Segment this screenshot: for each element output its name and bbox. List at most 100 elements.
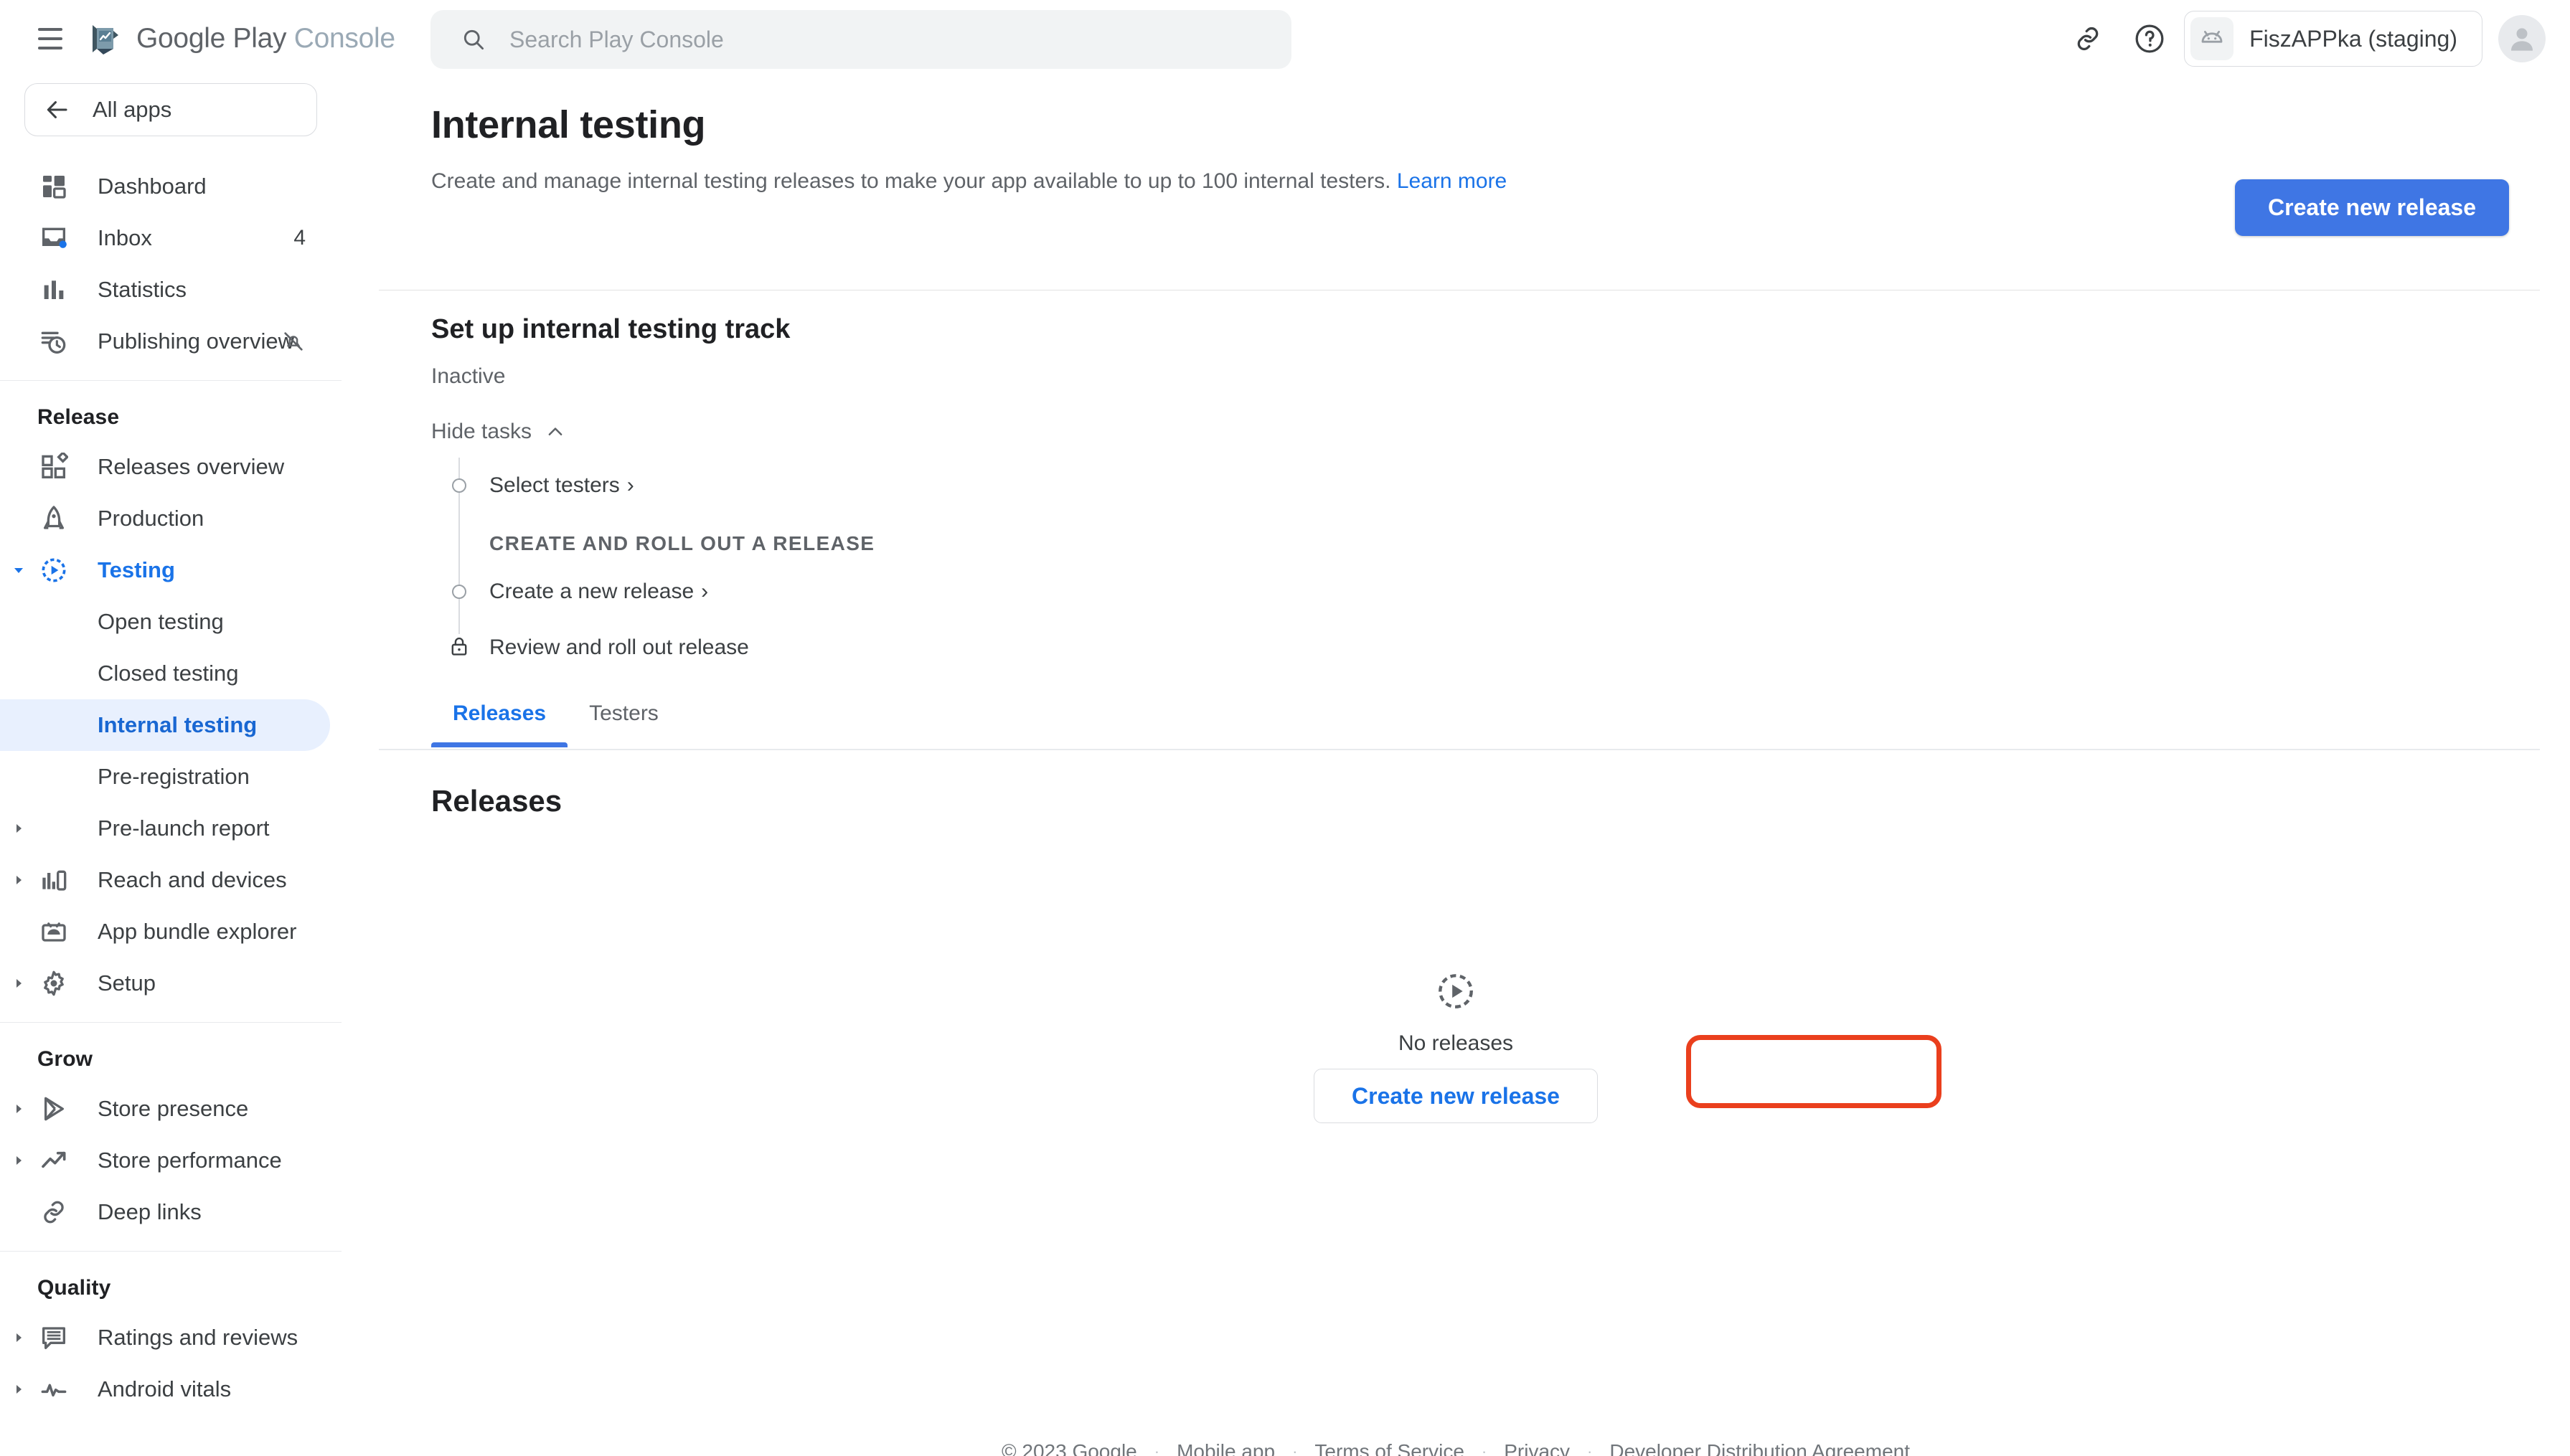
create-new-release-button-empty[interactable]: Create new release <box>1314 1069 1598 1123</box>
brand-logo-link[interactable]: Google Play Console <box>89 23 395 55</box>
footer-separator: · <box>1154 1442 1160 1456</box>
page-description: Create and manage internal testing relea… <box>431 169 1507 194</box>
setup-task-list: Select testers › CREATE AND ROLL OUT A R… <box>433 458 1438 676</box>
bar-chart-icon <box>37 273 70 306</box>
chevron-right-icon[interactable] <box>10 975 27 992</box>
sidebar-section-top: Dashboard Inbox 4 Statistics Publishing over… <box>0 136 342 367</box>
sidebar-sections: Dashboard Inbox 4 Statistics Publishing over… <box>0 136 342 1415</box>
avatar[interactable] <box>2498 15 2546 62</box>
sidebar-item-testing[interactable]: Testing <box>0 544 330 596</box>
footer-link-privacy[interactable]: Privacy <box>1487 1440 1587 1456</box>
chevron-up-icon <box>548 427 563 435</box>
reviews-icon <box>37 1321 70 1354</box>
chevron-down-icon[interactable] <box>10 562 27 579</box>
sidebar-item-production[interactable]: Production <box>0 493 330 544</box>
task-row[interactable]: Select testers › <box>433 458 1438 514</box>
chevron-right-icon[interactable] <box>10 1381 27 1398</box>
setup-track-title: Set up internal testing track <box>431 314 791 344</box>
brand-secondary: Console <box>293 23 395 54</box>
google-play-console-logo-icon <box>93 25 118 55</box>
task-label: Create a new release <box>489 580 695 603</box>
task-create-new-release[interactable]: Create a new release › <box>489 580 708 604</box>
sidebar-item-releases-overview[interactable]: Releases overview <box>0 441 330 493</box>
sidebar-item-label: Closed testing <box>98 661 239 686</box>
content-tabs: Releases Testers <box>431 701 680 747</box>
tab-releases[interactable]: Releases <box>431 701 568 747</box>
sidebar-nav: All apps Dashboard Inbox 4 Statistics Publis… <box>0 77 342 1456</box>
chevron-right-icon[interactable] <box>10 1152 27 1169</box>
releases-heading: Releases <box>431 784 563 818</box>
main-content: Internal testing Create and manage inter… <box>342 77 2570 1456</box>
sidebar-item-deep-links[interactable]: Deep links <box>0 1186 330 1238</box>
sidebar-item-label: Testing <box>98 557 175 582</box>
sidebar-item-statistics[interactable]: Statistics <box>0 264 330 316</box>
sidebar-item-setup[interactable]: Setup <box>0 958 330 1009</box>
releases-overview-icon <box>37 450 70 483</box>
rocket-icon <box>37 502 70 535</box>
learn-more-link[interactable]: Learn more <box>1397 169 1507 193</box>
search-input[interactable] <box>508 18 1261 61</box>
top-bar-actions: FiszAPPka (staging) <box>2061 0 2546 77</box>
android-vitals-icon <box>37 1373 70 1406</box>
sidebar-item-dashboard[interactable]: Dashboard <box>0 161 330 212</box>
sidebar-item-label: Store presence <box>98 1096 249 1121</box>
top-app-bar: Google Play Console Search Play Console … <box>0 0 2570 77</box>
sidebar-section-header: Quality <box>37 1276 111 1300</box>
sidebar-item-label: Store performance <box>98 1148 282 1173</box>
sidebar-item-ratings-and-reviews[interactable]: Ratings and reviews <box>0 1312 330 1363</box>
app-selector-chip[interactable]: FiszAPPka (staging) <box>2184 11 2482 67</box>
bell-off-icon[interactable] <box>281 329 306 354</box>
testing-play-icon <box>37 554 70 587</box>
task-rail <box>433 458 485 514</box>
search-icon <box>463 29 484 50</box>
chevron-right-icon: › <box>626 473 634 497</box>
chevron-right-icon[interactable] <box>10 1329 27 1346</box>
sidebar-item-store-performance[interactable]: Store performance <box>0 1135 330 1186</box>
task-row[interactable]: Create a new release › <box>433 564 1438 620</box>
chevron-right-icon[interactable] <box>10 820 27 837</box>
sidebar-section-header: Release <box>37 405 120 429</box>
link-icon <box>37 1196 70 1229</box>
sidebar-item-app-bundle-explorer[interactable]: App bundle explorer <box>0 906 330 958</box>
sidebar-item-closed-testing[interactable]: Closed testing <box>0 648 330 699</box>
sidebar-item-reach-and-devices[interactable]: Reach and devices <box>0 854 330 906</box>
sidebar-item-publishing-overview[interactable]: Publishing overview <box>0 316 330 367</box>
link-icon[interactable] <box>2061 11 2115 66</box>
create-new-release-button-top[interactable]: Create new release <box>2235 179 2509 236</box>
hide-tasks-toggle[interactable]: Hide tasks <box>431 420 566 444</box>
hide-tasks-label: Hide tasks <box>431 420 532 443</box>
sidebar-item-open-testing[interactable]: Open testing <box>0 596 330 648</box>
footer-link-dda[interactable]: Developer Distribution Agreement <box>1592 1440 1927 1456</box>
releases-empty-state: No releases Create new release <box>342 970 2570 1123</box>
sidebar-item-pre-launch-report[interactable]: Pre-launch report <box>0 803 330 854</box>
footer-separator: · <box>1292 1442 1298 1456</box>
chevron-right-icon[interactable] <box>10 871 27 889</box>
help-circle-icon[interactable] <box>2122 11 2177 66</box>
search-box[interactable] <box>430 10 1291 69</box>
footer-link-mobile-app[interactable]: Mobile app <box>1159 1440 1292 1456</box>
task-label: Review and roll out release <box>489 635 749 659</box>
sidebar-item-label: Reach and devices <box>98 867 287 892</box>
sidebar-item-label: Inbox <box>98 225 152 250</box>
task-select-testers[interactable]: Select testers › <box>489 473 634 498</box>
footer-link-terms[interactable]: Terms of Service <box>1297 1440 1482 1456</box>
sidebar-item-store-presence[interactable]: Store presence <box>0 1083 330 1135</box>
all-apps-button[interactable]: All apps <box>24 83 317 136</box>
all-apps-label: All apps <box>93 97 172 122</box>
android-icon <box>2190 17 2234 60</box>
sidebar-item-internal-testing[interactable]: Internal testing <box>0 699 330 751</box>
sidebar-item-label: Deep links <box>98 1199 202 1224</box>
sidebar-item-pre-registration[interactable]: Pre-registration <box>0 751 330 803</box>
inbox-icon <box>37 222 70 255</box>
sidebar-item-android-vitals[interactable]: Android vitals <box>0 1363 330 1415</box>
hamburger-icon[interactable] <box>30 19 70 59</box>
lock-icon <box>447 633 471 662</box>
chevron-right-icon[interactable] <box>10 1100 27 1117</box>
footer: © 2023 Google · Mobile app · Terms of Se… <box>342 1440 2570 1456</box>
tab-testers[interactable]: Testers <box>568 701 680 747</box>
sidebar-item-label: Ratings and reviews <box>98 1325 298 1350</box>
sidebar-item-label: Android vitals <box>98 1376 232 1401</box>
sidebar-item-label: Production <box>98 506 204 531</box>
sidebar-section-items: Store presence Store performance Deep link… <box>0 1083 342 1238</box>
sidebar-item-inbox[interactable]: Inbox 4 <box>0 212 330 264</box>
